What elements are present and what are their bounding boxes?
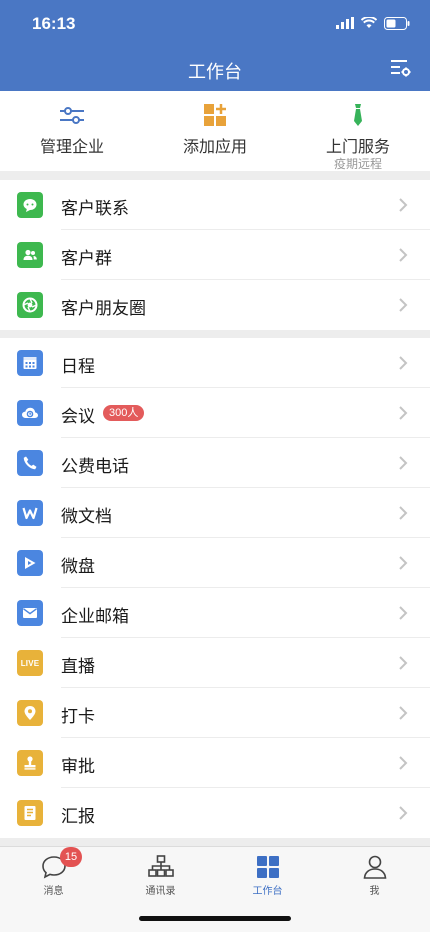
chat-bubble-icon bbox=[17, 192, 43, 218]
cloud-meeting-icon bbox=[17, 400, 43, 426]
work-app-list: 日程 会议 300人 公费电话 微文档 微盘 企业邮箱 LIVE 直播 打卡 审… bbox=[0, 338, 430, 838]
calendar-icon bbox=[17, 350, 43, 376]
list-item-label: 客户群 bbox=[61, 249, 112, 268]
quick-actions: 管理企业 添加应用 上门服务 疫期远程 bbox=[0, 91, 430, 171]
list-item-customer-contact[interactable]: 客户联系 bbox=[0, 180, 430, 230]
quick-action-sublabel: 疫期远程 bbox=[333, 157, 382, 171]
list-item-schedule[interactable]: 日程 bbox=[0, 338, 430, 388]
list-item-label: 汇报 bbox=[61, 807, 95, 826]
live-icon-text: LIVE bbox=[20, 658, 40, 668]
tab-label: 工作台 bbox=[252, 886, 283, 897]
settings-button[interactable] bbox=[388, 56, 412, 80]
list-item-customer-groups[interactable]: 客户群 bbox=[0, 230, 430, 280]
mail-icon bbox=[17, 600, 43, 626]
list-item-label: 微盘 bbox=[61, 557, 95, 576]
chevron-right-icon bbox=[399, 756, 408, 770]
tab-messages[interactable]: 15 消息 bbox=[0, 847, 107, 907]
list-item-report[interactable]: 汇报 bbox=[0, 788, 430, 838]
page-title: 工作台 bbox=[188, 62, 242, 82]
customer-app-list: 客户联系 客户群 客户朋友圈 bbox=[0, 180, 430, 330]
chevron-right-icon bbox=[399, 556, 408, 570]
location-pin-icon bbox=[17, 700, 43, 726]
battery-icon bbox=[384, 16, 410, 30]
chevron-right-icon bbox=[399, 356, 408, 370]
chevron-right-icon bbox=[399, 456, 408, 470]
list-item-label: 会议 bbox=[61, 407, 95, 426]
list-item-live[interactable]: LIVE 直播 bbox=[0, 638, 430, 688]
chevron-right-icon bbox=[399, 248, 408, 262]
sliders-icon bbox=[60, 107, 84, 124]
tab-contacts[interactable]: 通讯录 bbox=[107, 847, 214, 907]
list-item-customer-moments[interactable]: 客户朋友圈 bbox=[0, 280, 430, 330]
list-item-check-in[interactable]: 打卡 bbox=[0, 688, 430, 738]
unread-count-badge: 15 bbox=[60, 847, 82, 867]
list-item-drive[interactable]: 微盘 bbox=[0, 538, 430, 588]
tab-me[interactable]: 我 bbox=[321, 847, 428, 907]
header-bar: 16:13 工作台 bbox=[0, 0, 430, 91]
report-icon bbox=[17, 800, 43, 826]
grid-apps-icon bbox=[256, 856, 279, 878]
list-item-label: 客户朋友圈 bbox=[61, 299, 146, 318]
list-item-label: 公费电话 bbox=[61, 457, 129, 476]
w-doc-icon bbox=[17, 500, 43, 526]
tie-icon bbox=[354, 104, 362, 126]
status-time: 16:13 bbox=[32, 14, 76, 33]
person-icon bbox=[363, 855, 386, 879]
chevron-right-icon bbox=[399, 406, 408, 420]
shutter-icon bbox=[17, 292, 43, 318]
chevron-right-icon bbox=[399, 198, 408, 212]
drive-icon bbox=[17, 550, 43, 576]
list-item-mail[interactable]: 企业邮箱 bbox=[0, 588, 430, 638]
chevron-right-icon bbox=[399, 606, 408, 620]
meeting-capacity-badge: 300人 bbox=[103, 405, 145, 421]
list-item-label: 日程 bbox=[61, 357, 95, 376]
add-app-icon bbox=[204, 104, 226, 126]
chevron-right-icon bbox=[399, 656, 408, 670]
list-item-label: 微文档 bbox=[61, 507, 112, 526]
tab-label: 我 bbox=[369, 886, 380, 897]
tab-label: 通讯录 bbox=[145, 886, 176, 897]
list-item-approval[interactable]: 审批 bbox=[0, 738, 430, 788]
quick-action-label: 上门服务 bbox=[325, 139, 390, 156]
wifi-icon bbox=[361, 17, 377, 28]
list-item-business-phone[interactable]: 公费电话 bbox=[0, 438, 430, 488]
list-item-label: 审批 bbox=[61, 757, 95, 776]
onsite-service-button[interactable]: 上门服务 疫期远程 bbox=[286, 91, 430, 171]
list-item-label: 直播 bbox=[61, 657, 95, 676]
manage-company-button[interactable]: 管理企业 bbox=[0, 91, 144, 171]
tab-workbench[interactable]: 工作台 bbox=[214, 847, 321, 907]
list-item-docs[interactable]: 微文档 bbox=[0, 488, 430, 538]
home-indicator bbox=[139, 916, 291, 921]
chevron-right-icon bbox=[399, 706, 408, 720]
org-chart-icon bbox=[147, 855, 174, 877]
chevron-right-icon bbox=[399, 806, 408, 820]
list-item-meeting[interactable]: 会议 300人 bbox=[0, 388, 430, 438]
live-icon: LIVE bbox=[17, 650, 43, 676]
add-app-button[interactable]: 添加应用 bbox=[143, 91, 287, 171]
phone-icon bbox=[17, 450, 43, 476]
status-icons bbox=[336, 15, 410, 31]
cellular-signal-icon bbox=[336, 17, 354, 29]
list-item-label: 企业邮箱 bbox=[61, 607, 129, 626]
list-item-label: 打卡 bbox=[61, 707, 95, 726]
list-settings-icon bbox=[391, 60, 411, 77]
stamp-icon bbox=[17, 750, 43, 776]
chevron-right-icon bbox=[399, 298, 408, 312]
chevron-right-icon bbox=[399, 506, 408, 520]
quick-action-label: 管理企业 bbox=[39, 139, 104, 156]
group-users-icon bbox=[17, 242, 43, 268]
tab-label: 消息 bbox=[43, 886, 64, 897]
quick-action-label: 添加应用 bbox=[182, 139, 247, 156]
list-item-label: 客户联系 bbox=[61, 199, 129, 218]
